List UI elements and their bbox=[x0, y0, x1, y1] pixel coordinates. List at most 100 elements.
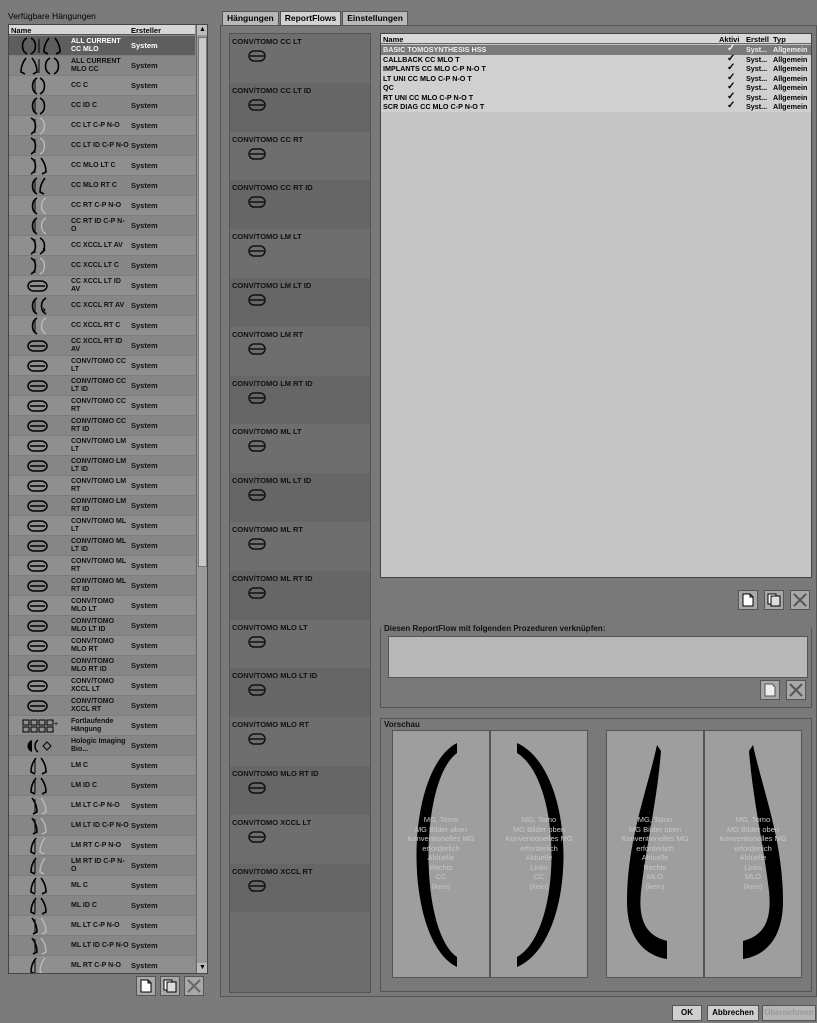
hanging-row[interactable]: CONV/TOMO MLO LT ID System bbox=[9, 616, 195, 636]
hanging-row[interactable]: CONV/TOMO XCCL LT System bbox=[9, 676, 195, 696]
hanging-row[interactable]: CC MLO RT C System bbox=[9, 176, 195, 196]
reportflow-list[interactable]: CONV/TOMO CC LT CONV/TOMO CC LT ID CONV/TO… bbox=[229, 33, 371, 993]
procedure-row[interactable]: SCR DIAG CC MLO C-P N-O T ✓ Syst... Allgeme… bbox=[381, 100, 811, 112]
hanging-row[interactable]: CC RT ID C-P N-O System bbox=[9, 216, 195, 236]
reportflow-item[interactable]: CONV/TOMO CC RT ID bbox=[230, 180, 370, 230]
hanging-row[interactable]: CONV/TOMO ML RT ID System bbox=[9, 576, 195, 596]
hanging-row[interactable]: CC XCCL RT ID AV System bbox=[9, 336, 195, 356]
hanging-row[interactable]: CC XCCL RT AV System bbox=[9, 296, 195, 316]
copy-procedure-button[interactable] bbox=[764, 590, 784, 610]
hanging-row[interactable]: CC LT ID C-P N-O System bbox=[9, 136, 195, 156]
column-header-creator[interactable]: Ersteller bbox=[131, 26, 161, 35]
new-link-button[interactable] bbox=[760, 680, 780, 700]
hanging-row[interactable]: Hologic Imaging Bio... System bbox=[9, 736, 195, 756]
column-header-creator[interactable]: Erstell bbox=[746, 35, 769, 44]
hanging-row[interactable]: LM C System bbox=[9, 756, 195, 776]
column-header-name[interactable]: Name bbox=[383, 35, 403, 44]
column-header-name[interactable]: Name bbox=[11, 26, 31, 35]
hanging-row[interactable]: CONV/TOMO ML LT ID System bbox=[9, 536, 195, 556]
hanging-row[interactable]: CC XCCL LT AV System bbox=[9, 236, 195, 256]
reportflow-item[interactable]: CONV/TOMO CC RT bbox=[230, 131, 370, 181]
column-header-type[interactable]: Typ bbox=[773, 35, 786, 44]
hangings-list[interactable]: Name Ersteller ALL CURRENT CC MLO System A… bbox=[8, 24, 208, 974]
hanging-row[interactable]: CC XCCL LT C System bbox=[9, 256, 195, 276]
hanging-row[interactable]: CC C System bbox=[9, 76, 195, 96]
reportflow-item[interactable]: CONV/TOMO CC LT ID bbox=[230, 82, 370, 132]
hanging-row[interactable]: CC LT C-P N-O System bbox=[9, 116, 195, 136]
reportflow-item[interactable]: CONV/TOMO LM RT bbox=[230, 326, 370, 376]
hanging-row[interactable]: CONV/TOMO CC RT ID System bbox=[9, 416, 195, 436]
hanging-row[interactable]: ALL CURRENT CC MLO System bbox=[9, 36, 195, 56]
hanging-row[interactable]: CC XCCL LT ID AV System bbox=[9, 276, 195, 296]
hanging-row[interactable]: CONV/TOMO LM LT System bbox=[9, 436, 195, 456]
reportflow-item[interactable]: CONV/TOMO LM LT bbox=[230, 229, 370, 278]
reportflow-item[interactable]: CONV/TOMO CC LT bbox=[230, 34, 370, 83]
tab-reportflows[interactable]: ReportFlows bbox=[279, 11, 342, 25]
hanging-row[interactable]: ML LT C-P N-O System bbox=[9, 916, 195, 936]
hanging-row[interactable]: CC XCCL RT C System bbox=[9, 316, 195, 336]
delete-procedure-button[interactable] bbox=[790, 590, 810, 610]
hangings-scrollbar[interactable]: ▲ ▼ bbox=[196, 25, 207, 973]
delete-hanging-button[interactable] bbox=[184, 976, 204, 996]
reportflow-item[interactable]: CONV/TOMO MLO RT bbox=[230, 717, 370, 766]
hanging-row[interactable]: LM LT ID C-P N-O System bbox=[9, 816, 195, 836]
ok-button[interactable]: OK bbox=[672, 1005, 702, 1021]
reportflow-item[interactable]: CONV/TOMO LM LT ID bbox=[230, 277, 370, 327]
hanging-row[interactable]: ML LT ID C-P N-O System bbox=[9, 936, 195, 956]
tab-hangings[interactable]: Hängungen bbox=[222, 11, 279, 25]
hanging-row[interactable]: CC ID C System bbox=[9, 96, 195, 116]
procedure-row[interactable]: LT UNI CC MLO C-P N-O T ✓ Syst... Allgemein bbox=[381, 72, 811, 83]
new-procedure-button[interactable] bbox=[738, 590, 758, 610]
hanging-row[interactable]: CONV/TOMO MLO RT ID System bbox=[9, 656, 195, 676]
hanging-row[interactable]: ML ID C System bbox=[9, 896, 195, 916]
procedure-row[interactable]: IMPLANTS CC MLO C-P N-O T ✓ Syst... Allgeme… bbox=[381, 62, 811, 74]
hanging-row[interactable]: ALL CURRENT MLO CC System bbox=[9, 56, 195, 76]
hanging-row[interactable]: LM ID C System bbox=[9, 776, 195, 796]
hanging-row[interactable]: CONV/TOMO CC LT System bbox=[9, 356, 195, 376]
reportflow-item[interactable]: CONV/TOMO LM RT ID bbox=[230, 375, 370, 425]
reportflow-item[interactable]: CONV/TOMO ML LT ID bbox=[230, 473, 370, 522]
linked-procedures-box[interactable] bbox=[388, 636, 808, 678]
copy-hanging-button[interactable] bbox=[160, 976, 180, 996]
active-check-icon[interactable]: ✓ bbox=[727, 100, 735, 111]
procedures-table[interactable]: Name Aktivi Erstell Typ BASIC TOMOSYNTHE… bbox=[380, 33, 812, 578]
hanging-row[interactable]: CONV/TOMO CC LT ID System bbox=[9, 376, 195, 396]
apply-button[interactable]: Übernehmen bbox=[762, 1005, 816, 1021]
cancel-button[interactable]: Abbrechen bbox=[707, 1005, 759, 1021]
procedure-row[interactable]: CALLBACK CC MLO T ✓ Syst... Allgemein bbox=[381, 53, 811, 64]
hanging-row[interactable]: CC RT C-P N-O System bbox=[9, 196, 195, 216]
hanging-row[interactable]: LM RT ID C-P N-O System bbox=[9, 856, 195, 876]
hanging-row[interactable]: CONV/TOMO XCCL RT System bbox=[9, 696, 195, 716]
hanging-row[interactable]: CONV/TOMO MLO LT System bbox=[9, 596, 195, 616]
hanging-row[interactable]: ML RT C-P N-O System bbox=[9, 956, 195, 973]
hanging-row[interactable]: CONV/TOMO ML LT System bbox=[9, 516, 195, 536]
reportflow-item[interactable]: CONV/TOMO ML LT bbox=[230, 424, 370, 474]
reportflow-item[interactable]: CONV/TOMO MLO RT ID bbox=[230, 765, 370, 815]
hanging-row[interactable]: CONV/TOMO LM RT System bbox=[9, 476, 195, 496]
hanging-row[interactable]: CONV/TOMO MLO RT System bbox=[9, 636, 195, 656]
reportflow-item[interactable]: CONV/TOMO MLO LT ID bbox=[230, 668, 370, 718]
hanging-row[interactable]: ML C System bbox=[9, 876, 195, 896]
reportflow-item[interactable]: CONV/TOMO XCCL LT bbox=[230, 814, 370, 864]
hanging-row[interactable]: CONV/TOMO ML RT System bbox=[9, 556, 195, 576]
new-hanging-button[interactable] bbox=[136, 976, 156, 996]
hanging-row[interactable]: CONV/TOMO LM RT ID System bbox=[9, 496, 195, 516]
reportflow-item[interactable]: CONV/TOMO ML RT bbox=[230, 521, 370, 571]
hanging-row[interactable]: LM LT C-P N-O System bbox=[9, 796, 195, 816]
procedure-row[interactable]: QC ✓ Syst... Allgemein bbox=[381, 81, 811, 93]
tab-settings[interactable]: Einstellungen bbox=[342, 11, 408, 25]
scroll-thumb[interactable] bbox=[198, 37, 207, 567]
reportflow-item[interactable]: CONV/TOMO ML RT ID bbox=[230, 570, 370, 620]
procedure-row[interactable]: BASIC TOMOSYNTHESIS HSS ✓ Syst... Allgemein bbox=[381, 43, 811, 55]
delete-link-button[interactable] bbox=[786, 680, 806, 700]
hanging-row[interactable]: LM RT C-P N-O System bbox=[9, 836, 195, 856]
hanging-row[interactable]: + Fortlaufende Hängung System bbox=[9, 716, 195, 736]
scroll-down-arrow-icon[interactable]: ▼ bbox=[197, 963, 207, 973]
hanging-row[interactable]: CC MLO LT C System bbox=[9, 156, 195, 176]
procedure-row[interactable]: RT UNI CC MLO C-P N-O T ✓ Syst... Allgemein bbox=[381, 91, 811, 102]
scroll-up-arrow-icon[interactable]: ▲ bbox=[197, 25, 207, 35]
hanging-row[interactable]: CONV/TOMO CC RT System bbox=[9, 396, 195, 416]
reportflow-item[interactable]: CONV/TOMO XCCL RT bbox=[230, 863, 370, 913]
hanging-row[interactable]: CONV/TOMO LM LT ID System bbox=[9, 456, 195, 476]
reportflow-item[interactable]: CONV/TOMO MLO LT bbox=[230, 619, 370, 669]
